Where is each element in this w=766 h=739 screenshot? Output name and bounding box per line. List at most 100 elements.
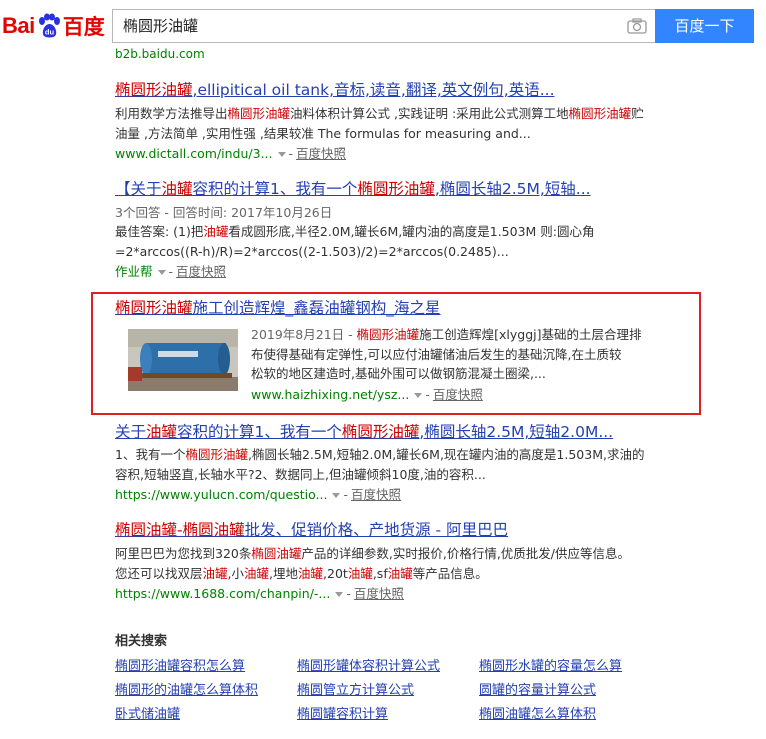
abstract-keyword: 油罐: [202, 565, 228, 581]
title-text: ,椭圆长轴2.5M,短轴...: [434, 180, 591, 198]
abstract-text: 利用数学方法推导出: [115, 106, 228, 121]
abstract-keyword: 椭圆形油罐: [356, 327, 420, 342]
abstract-text: 松软的地区建造时,基础外围可以做钢筋混凝土圈梁,...: [251, 366, 546, 381]
search-input[interactable]: 椭圆形油罐: [123, 10, 198, 42]
abstract-keyword: 油罐: [203, 224, 229, 239]
result-4-abstract: 1、我有一个椭圆形油罐,椭圆长轴2.5M,短轴2.0M,罐长6M,现在罐内油的高…: [115, 445, 650, 484]
result-2-abstract: 最佳答案: (1)把油罐看成圆形底,半径2.0M,罐长6M,罐内油的高度是1.5…: [115, 222, 650, 261]
abstract-text: 布使得基础有定弹性,可以应付油罐储油后发生的基础沉降,在土质较: [251, 346, 622, 362]
result-2-url-line: 作业帮 - 百度快照: [115, 264, 227, 279]
abstract-keyword: 油罐: [244, 565, 270, 581]
svg-text:du: du: [45, 28, 55, 37]
title-text: ,椭圆长轴2.5M,短轴2.0M...: [419, 423, 614, 441]
abstract-keyword: 油罐: [387, 565, 413, 581]
snapshot-link[interactable]: 百度快照: [354, 586, 404, 601]
abstract-text: 您还可以找双层: [115, 565, 203, 581]
abstract-text: 容积,短轴竖直,长轴水平?2、数据同上,但油罐倾斜10度,油的容积...: [115, 466, 486, 482]
title-keyword: 油罐: [146, 423, 178, 441]
result-1-url-line: www.dictall.com/indu/3... - 百度快照: [115, 146, 347, 161]
baidu-logo[interactable]: Bai du 百度: [2, 9, 105, 43]
result-url[interactable]: https://www.1688.com/chanpin/-...: [115, 586, 330, 601]
abstract-text: ,sf: [372, 565, 388, 581]
abstract-keyword: 椭圆油罐: [251, 546, 302, 561]
abstract-text: 最佳答案: (1)把: [115, 224, 204, 239]
related-search-link[interactable]: 椭圆形油罐容积怎么算: [115, 658, 245, 676]
related-searches-title: 相关搜索: [115, 634, 168, 649]
title-keyword: 椭圆油罐: [182, 521, 245, 539]
logo-latin: Bai: [2, 13, 35, 38]
result-1-abstract: 利用数学方法推导出椭圆形油罐油料体积计算公式 ,实践证明 :采用此公式测算工地椭…: [115, 104, 650, 143]
result-url[interactable]: https://www.yulucn.com/questio...: [115, 487, 327, 502]
abstract-keyword: 油罐: [347, 565, 373, 581]
abstract-text: 油料体积计算公式 ,实践证明 :采用此公式测算工地: [290, 106, 569, 121]
paw-icon: du: [38, 13, 60, 38]
title-keyword: 椭圆油罐: [115, 521, 178, 539]
abstract-text: 阿里巴巴为您找到320条: [115, 546, 252, 561]
chevron-down-icon[interactable]: [277, 152, 286, 157]
abstract-text: 1、我有一个: [115, 447, 186, 462]
result-thumbnail[interactable]: [128, 329, 238, 391]
title-text: ,ellipitical oil tank,音标,读音,翻译,英文例句,英语..…: [192, 81, 555, 99]
title-text: 关于: [115, 423, 147, 441]
chevron-down-icon[interactable]: [157, 270, 166, 275]
abstract-text: 产品的详细参数,实时报价,价格行情,优质批发/供应等信息。: [301, 546, 631, 561]
result-3-url-line: www.haizhixing.net/ysz... - 百度快照: [251, 387, 483, 402]
related-search-link[interactable]: 椭圆管立方计算公式: [297, 682, 414, 700]
result-source[interactable]: 作业帮: [115, 264, 153, 279]
tank-image: [128, 329, 238, 391]
chevron-down-icon[interactable]: [332, 493, 341, 498]
related-search-link[interactable]: 椭圆油罐怎么算体积: [479, 706, 596, 724]
title-keyword: 椭圆形油罐: [357, 180, 435, 198]
title-keyword: 椭圆形油罐: [115, 299, 193, 317]
camera-icon[interactable]: [627, 18, 647, 34]
result-4-url-line: https://www.yulucn.com/questio... - 百度快照: [115, 487, 402, 502]
abstract-text: 施工创造辉煌[xlyggj]基础的土层合理排: [419, 327, 642, 342]
related-search-link[interactable]: 卧式储油罐: [115, 706, 180, 724]
result-date: 2019年8月21日 -: [251, 327, 357, 342]
search-button[interactable]: 百度一下: [655, 9, 754, 43]
abstract-text: ,20t: [323, 565, 348, 581]
abstract-keyword: 椭圆形油罐: [227, 106, 291, 121]
snapshot-link[interactable]: 百度快照: [296, 146, 346, 161]
result-3-title[interactable]: 椭圆形油罐施工创造辉煌_鑫磊油罐钢构_海之星: [115, 298, 441, 318]
result-5-url-line: https://www.1688.com/chanpin/-... - 百度快照: [115, 586, 404, 601]
title-text: 容积的计算1、我有一个: [177, 423, 342, 441]
snapshot-link[interactable]: 百度快照: [351, 487, 401, 502]
abstract-keyword: 椭圆形油罐: [185, 447, 248, 462]
header: Bai du 百度 椭圆形油罐 百度一下: [0, 0, 766, 52]
search-box[interactable]: 椭圆形油罐: [112, 9, 655, 43]
result-4-title[interactable]: 关于油罐容积的计算1、我有一个椭圆形油罐,椭圆长轴2.5M,短轴2.0M...: [115, 422, 613, 442]
result-5-title[interactable]: 椭圆油罐-椭圆油罐批发、促销价格、产地货源 - 阿里巴巴: [115, 520, 508, 540]
related-search-link[interactable]: 椭圆罐容积计算: [297, 706, 388, 724]
title-text: 施工创造辉煌_鑫磊油罐钢构_海之星: [192, 299, 441, 317]
chevron-down-icon[interactable]: [335, 592, 344, 597]
abstract-text: 看成圆形底,半径2.0M,罐长6M,罐内油的高度是1.503M 则:圆心角: [228, 224, 595, 239]
abstract-keyword: 椭圆形油罐: [568, 106, 632, 121]
truncated-url[interactable]: b2b.baidu.com: [115, 47, 205, 58]
title-text: 容积的计算1、我有一个: [192, 180, 358, 198]
abstract-text: ,埋地: [269, 565, 299, 581]
abstract-text: ,小: [227, 565, 245, 581]
title-keyword: 椭圆形油罐: [115, 81, 193, 99]
chevron-down-icon[interactable]: [414, 393, 423, 398]
abstract-keyword: 油罐: [298, 565, 324, 581]
snapshot-link[interactable]: 百度快照: [176, 264, 226, 279]
result-url[interactable]: www.haizhixing.net/ysz...: [251, 387, 409, 402]
abstract-text: 等产品信息。: [412, 565, 488, 581]
abstract-text: ,椭圆长轴2.5M,短轴2.0M,罐长6M,现在罐内油的高度是1.503M,求油…: [247, 447, 645, 462]
title-keyword: 油罐: [161, 180, 193, 198]
related-search-link[interactable]: 椭圆形水罐的容量怎么算: [479, 658, 622, 676]
related-search-link[interactable]: 椭圆形罐体容积计算公式: [297, 658, 440, 676]
result-5-abstract: 阿里巴巴为您找到320条椭圆油罐产品的详细参数,实时报价,价格行情,优质批发/供…: [115, 544, 650, 583]
result-2-title[interactable]: 【关于油罐容积的计算1、我有一个椭圆形油罐,椭圆长轴2.5M,短轴...: [115, 179, 591, 199]
result-2-meta: 3个回答 - 回答时间: 2017年10月26日: [115, 205, 333, 220]
result-url[interactable]: www.dictall.com/indu/3...: [115, 146, 273, 161]
result-3-abstract: 2019年8月21日 - 椭圆形油罐施工创造辉煌[xlyggj]基础的土层合理排…: [251, 325, 651, 384]
result-1-title[interactable]: 椭圆形油罐,ellipitical oil tank,音标,读音,翻译,英文例句…: [115, 80, 555, 100]
title-keyword: 椭圆形油罐: [341, 423, 420, 441]
related-search-link[interactable]: 圆罐的容量计算公式: [479, 682, 596, 700]
title-text: 【关于: [115, 180, 162, 198]
related-search-link[interactable]: 椭圆形的油罐怎么算体积: [115, 682, 258, 700]
snapshot-link[interactable]: 百度快照: [433, 387, 483, 402]
abstract-text: =2*arccos((R-h)/R)=2*arccos((2-1.503)/2)…: [115, 243, 509, 259]
